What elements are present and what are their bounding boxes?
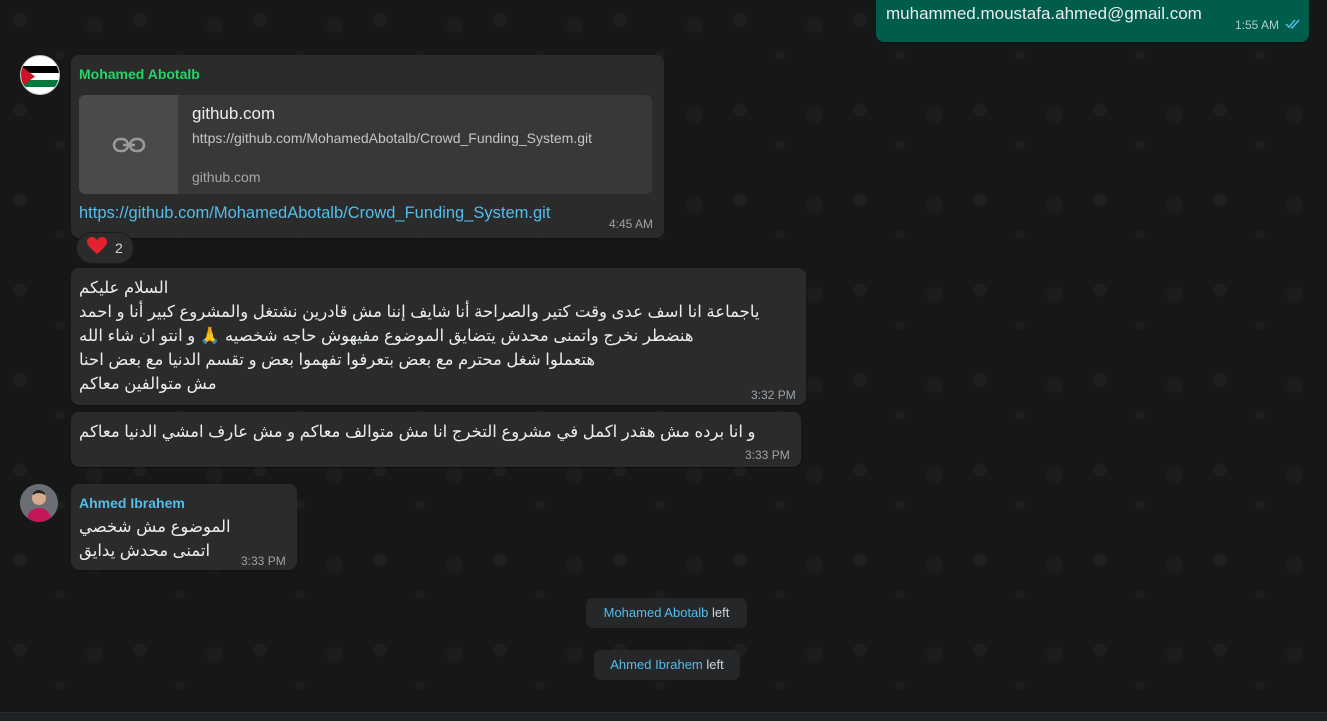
palestine-flag-icon [21, 56, 59, 94]
message-line: مش متوالفين معاكم [79, 375, 217, 393]
person-photo-icon [20, 484, 58, 522]
message-time: 3:33 PM [745, 448, 790, 462]
preview-domain: github.com [192, 169, 261, 185]
sender-name[interactable]: Mohamed Abotalb [79, 66, 200, 82]
system-name[interactable]: Mohamed Abotalb [604, 605, 709, 620]
reaction-pill[interactable]: 2 [76, 232, 134, 264]
system-action: left [706, 657, 724, 672]
message-time: 3:32 PM [751, 388, 796, 402]
outgoing-message[interactable]: muhammed.moustafa.ahmed@gmail.com 1:55 A… [876, 0, 1309, 42]
message-line: هتعملوا شغل محترم مع بعض بتعرفوا تفهموا … [79, 351, 596, 369]
message-line: اتمنى محدش يدايق [79, 542, 211, 560]
reaction-count: 2 [115, 240, 123, 256]
message-line: ياجماعة انا اسف عدى وقت كتير والصراحة أن… [79, 303, 760, 321]
text-message[interactable]: و انا برده مش هقدر اكمل في مشروع التخرج … [71, 412, 801, 467]
link-message[interactable]: Mohamed Abotalb github.com https://githu… [71, 55, 664, 238]
link-preview-card[interactable]: github.com https://github.com/MohamedAbo… [79, 95, 652, 194]
system-name[interactable]: Ahmed Ibrahem [610, 657, 703, 672]
system-message: Mohamed Abotalb left [586, 598, 747, 628]
system-action: left [712, 605, 730, 620]
message-text: muhammed.moustafa.ahmed@gmail.com [886, 4, 1202, 23]
compose-bar-edge [0, 712, 1327, 721]
preview-url: https://github.com/MohamedAbotalb/Crowd_… [192, 130, 592, 146]
message-line: هنضطر نخرج واتمنى محدش يتضايق الموضوع مف… [79, 327, 694, 345]
message-line: الموضوع مش شخصي [79, 518, 231, 536]
sender-name[interactable]: Ahmed Ibrahem [79, 495, 185, 511]
red-heart-icon [87, 236, 107, 260]
avatar-mohamed-abotalb[interactable] [20, 55, 60, 95]
message-link[interactable]: https://github.com/MohamedAbotalb/Crowd_… [79, 201, 550, 225]
text-message[interactable]: Ahmed Ibrahem الموضوع مش شخصي اتمنى محدش… [71, 484, 297, 570]
double-check-icon [1285, 17, 1301, 35]
message-body: السلام عليكم ياجماعة انا اسف عدى وقت كتي… [79, 276, 759, 396]
message-line: السلام عليكم [79, 279, 169, 297]
message-body: الموضوع مش شخصي اتمنى محدش يدايق [79, 515, 231, 563]
system-message: Ahmed Ibrahem left [594, 650, 740, 680]
avatar-ahmed-ibrahem[interactable] [20, 484, 58, 522]
message-text: و انا برده مش هقدر اكمل في مشروع التخرج … [79, 423, 756, 441]
preview-title: github.com [192, 104, 276, 123]
link-thumbnail [79, 95, 178, 194]
message-time: 3:33 PM [241, 554, 286, 568]
link-icon [112, 137, 145, 152]
text-message[interactable]: السلام عليكم ياجماعة انا اسف عدى وقت كتي… [71, 268, 806, 405]
message-time: 1:55 AM [1235, 18, 1280, 32]
message-time: 4:45 AM [609, 217, 654, 231]
